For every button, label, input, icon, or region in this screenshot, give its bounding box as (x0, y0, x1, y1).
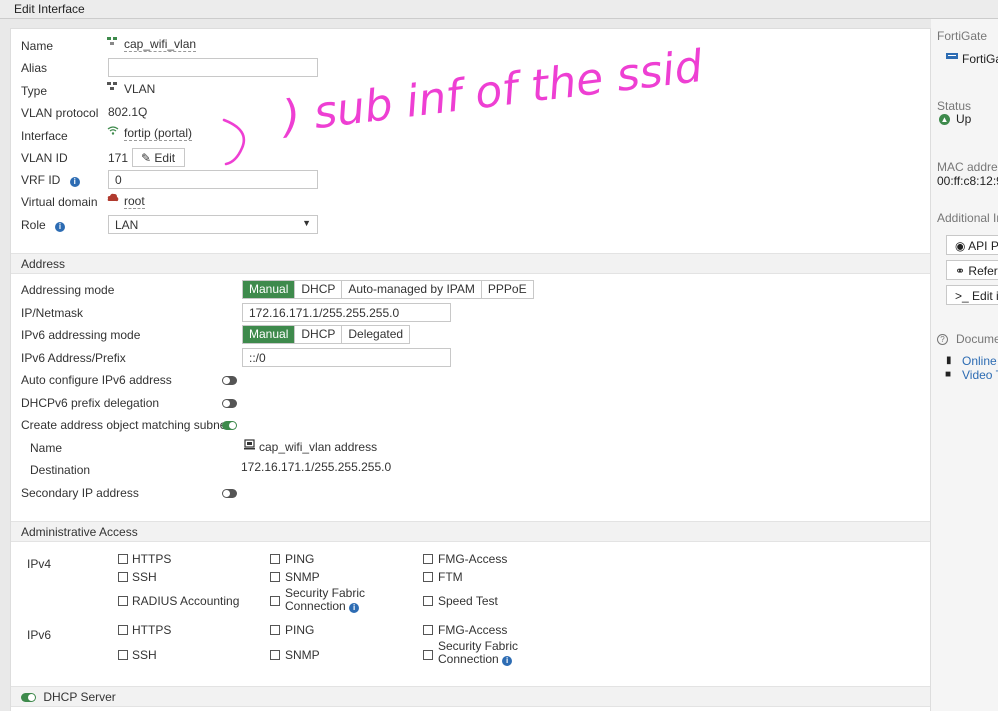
mac-label: MAC addres (937, 160, 998, 174)
info-sidebar: FortiGate FortiGa Status ▲ Up MAC addres… (931, 19, 998, 711)
device-icon (946, 51, 958, 65)
device-value[interactable]: FortiGa (962, 52, 998, 66)
annotation-text: ) sub inf of the ssid (277, 41, 706, 144)
mac-value: 00:ff:c8:12:9 (937, 174, 998, 188)
eye-icon: ◉ (955, 239, 966, 253)
book-icon: ▮ (946, 355, 952, 366)
status-value: Up (956, 112, 972, 126)
terminal-icon: >_ (955, 289, 969, 303)
online-help-link[interactable]: Online (962, 354, 997, 368)
references-button[interactable]: ⚭ Refer (946, 260, 998, 280)
documentation-label: Docume (956, 332, 998, 346)
edit-cli-label: Edit i (972, 289, 998, 303)
api-preview-label: API P (968, 239, 998, 253)
link-icon: ⚭ (955, 264, 966, 278)
question-icon: ? (937, 334, 948, 345)
references-label: Refer (968, 264, 998, 278)
edit-cli-button[interactable]: >_ Edit i (946, 285, 998, 305)
status-up-icon: ▲ (939, 114, 950, 125)
api-preview-button[interactable]: ◉ API P (946, 235, 998, 255)
status-label: Status (937, 99, 972, 113)
handwritten-annotation: ) sub inf of the ssid (222, 41, 706, 166)
video-tutorials-link[interactable]: Video T (962, 368, 998, 382)
additional-info-label: Additional In (937, 211, 998, 225)
device-label: FortiGate (937, 29, 988, 43)
video-icon: ■ (945, 369, 952, 380)
